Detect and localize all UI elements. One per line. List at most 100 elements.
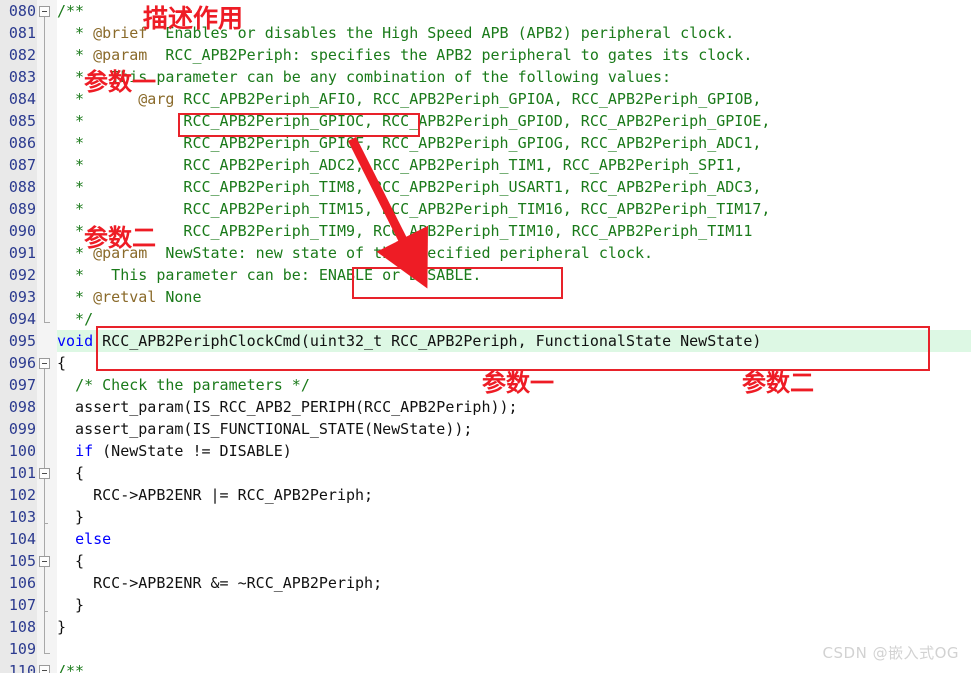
code-line-text: * @brief Enables or disables the High Sp… xyxy=(57,22,734,44)
code-line[interactable]: 093 * @retval None xyxy=(0,286,971,308)
code-token: * RCC_APB2Periph_GPIOC, RCC_APB2Periph_G… xyxy=(57,112,771,130)
code-line[interactable]: 106 RCC->APB2ENR &= ~RCC_APB2Periph; xyxy=(0,572,971,594)
code-line[interactable]: 080 /** xyxy=(0,0,971,22)
line-number: 084 xyxy=(8,90,36,108)
fold-tick-if-end xyxy=(44,523,48,524)
code-line[interactable]: 084 * @arg RCC_APB2Periph_AFIO, RCC_APB2… xyxy=(0,88,971,110)
line-number: 101 xyxy=(8,464,36,482)
code-token: NewState: new state of the specified per… xyxy=(147,244,654,262)
code-line[interactable]: 086 * RCC_APB2Periph_GPIOF, RCC_APB2Peri… xyxy=(0,132,971,154)
code-token: /* Check the parameters */ xyxy=(75,376,310,394)
code-line[interactable]: 100 if (NewState != DISABLE) xyxy=(0,440,971,462)
code-line[interactable]: 081 * @brief Enables or disables the Hig… xyxy=(0,22,971,44)
line-number: 096 xyxy=(8,354,36,372)
code-line[interactable]: 107 } xyxy=(0,594,971,616)
code-token: RCC_APB2PeriphClockCmd(uint32_t RCC_APB2… xyxy=(93,332,762,350)
code-token: * RCC_APB2Periph_GPIOF, RCC_APB2Periph_G… xyxy=(57,134,762,152)
code-line[interactable]: 108} xyxy=(0,616,971,638)
code-line-text: } xyxy=(57,616,66,638)
fold-toggle-comment-block[interactable] xyxy=(39,6,50,17)
code-line-text: * This parameter can be any combination … xyxy=(57,66,671,88)
code-token: { xyxy=(57,354,67,372)
line-number: 083 xyxy=(8,68,36,86)
code-line-text: } xyxy=(57,506,84,528)
code-token: * xyxy=(57,90,139,108)
line-number: 109 xyxy=(8,640,36,658)
code-token: RCC->APB2ENR |= RCC_APB2Periph; xyxy=(57,486,374,504)
fold-end-comment xyxy=(44,322,50,323)
code-line-text: * @arg RCC_APB2Periph_AFIO, RCC_APB2Peri… xyxy=(57,88,761,110)
code-line[interactable]: 102 RCC->APB2ENR |= RCC_APB2Periph; xyxy=(0,484,971,506)
code-token: */ xyxy=(57,310,94,328)
code-line-text: * RCC_APB2Periph_GPIOC, RCC_APB2Periph_G… xyxy=(57,110,770,132)
code-token: RCC_APB2Periph: specifies the APB2 perip… xyxy=(147,46,753,64)
line-number: 108 xyxy=(8,618,36,636)
code-token: if xyxy=(75,442,94,460)
line-number: 087 xyxy=(8,156,36,174)
code-line[interactable]: 090 * RCC_APB2Periph_TIM9, RCC_APB2Perip… xyxy=(0,220,971,242)
code-token: (NewState != DISABLE) xyxy=(93,442,292,460)
code-line[interactable]: 089 * RCC_APB2Periph_TIM15, RCC_APB2Peri… xyxy=(0,198,971,220)
line-number: 094 xyxy=(8,310,36,328)
line-number: 082 xyxy=(8,46,36,64)
code-line-text: * @param NewState: new state of the spec… xyxy=(57,242,653,264)
code-token: * RCC_APB2Periph_TIM8, RCC_APB2Periph_US… xyxy=(57,178,762,196)
code-line[interactable]: 103 } xyxy=(0,506,971,528)
code-editor[interactable]: 080 /** 081 * @brief Enables or disables t… xyxy=(0,0,971,673)
line-number: 110 xyxy=(8,662,36,673)
line-number: 100 xyxy=(8,442,36,460)
code-line[interactable]: 083 * This parameter can be any combinat… xyxy=(0,66,971,88)
code-line[interactable]: 105 { xyxy=(0,550,971,572)
line-number: 085 xyxy=(8,112,36,130)
code-line[interactable]: 085 * RCC_APB2Periph_GPIOC, RCC_APB2Peri… xyxy=(0,110,971,132)
code-line[interactable]: 096 { xyxy=(0,352,971,374)
code-folding-gutter[interactable] xyxy=(37,0,57,673)
line-number: 081 xyxy=(8,24,36,42)
code-line[interactable]: 082 * @param RCC_APB2Periph: specifies t… xyxy=(0,44,971,66)
code-line-text: if (NewState != DISABLE) xyxy=(57,440,292,462)
line-number: 095 xyxy=(8,332,36,350)
code-token: * RCC_APB2Periph_TIM9, RCC_APB2Periph_TI… xyxy=(57,222,753,240)
code-token: * RCC_APB2Periph_ADC2, RCC_APB2Periph_TI… xyxy=(57,156,744,174)
code-line-text: else xyxy=(57,528,111,550)
code-line-text: RCC->APB2ENR |= RCC_APB2Periph; xyxy=(57,484,373,506)
fold-toggle-else-block[interactable] xyxy=(39,556,50,567)
code-line[interactable]: 092 * This parameter can be: ENABLE or D… xyxy=(0,264,971,286)
code-line[interactable]: 087 * RCC_APB2Periph_ADC2, RCC_APB2Perip… xyxy=(0,154,971,176)
code-line-text: /** xyxy=(57,660,84,673)
code-line[interactable]: 088 * RCC_APB2Periph_TIM8, RCC_APB2Perip… xyxy=(0,176,971,198)
fold-toggle-next-comment[interactable] xyxy=(39,665,50,673)
fold-toggle-function-body[interactable] xyxy=(39,358,50,369)
code-line[interactable]: 098 assert_param(IS_RCC_APB2_PERIPH(RCC_… xyxy=(0,396,971,418)
code-token: * xyxy=(57,24,94,42)
code-token: assert_param(IS_RCC_APB2_PERIPH(RCC_APB2… xyxy=(57,398,518,416)
code-line-text: { xyxy=(57,462,84,484)
code-line[interactable]: 095 void RCC_APB2PeriphClockCmd(uint32_t … xyxy=(0,330,971,352)
code-line-text: * @retval None xyxy=(57,286,202,308)
code-token: { xyxy=(57,464,85,482)
code-line[interactable]: 091 * @param NewState: new state of the … xyxy=(0,242,971,264)
code-line-text: * RCC_APB2Periph_ADC2, RCC_APB2Periph_TI… xyxy=(57,154,743,176)
fold-toggle-if-block[interactable] xyxy=(39,468,50,479)
code-line[interactable]: 094 */ xyxy=(0,308,971,330)
code-line[interactable]: 097 /* Check the parameters */ xyxy=(0,374,971,396)
code-line[interactable]: 104 else xyxy=(0,528,971,550)
code-token: void xyxy=(57,332,94,350)
code-token: * RCC_APB2Periph_TIM15, RCC_APB2Periph_T… xyxy=(57,200,771,218)
code-token: /** xyxy=(57,2,85,20)
code-line[interactable]: 099 assert_param(IS_FUNCTIONAL_STATE(New… xyxy=(0,418,971,440)
code-line-text: * @param RCC_APB2Periph: specifies the A… xyxy=(57,44,752,66)
code-token: * xyxy=(57,288,94,306)
code-line[interactable]: 101 { xyxy=(0,462,971,484)
fold-tick-else-end xyxy=(44,611,48,612)
line-number: 093 xyxy=(8,288,36,306)
code-token: None xyxy=(156,288,202,306)
fold-guide-comment xyxy=(44,17,45,322)
code-token: } xyxy=(57,508,85,526)
code-token: @retval xyxy=(93,288,157,306)
code-line-text: */ xyxy=(57,308,93,330)
line-number: 102 xyxy=(8,486,36,504)
